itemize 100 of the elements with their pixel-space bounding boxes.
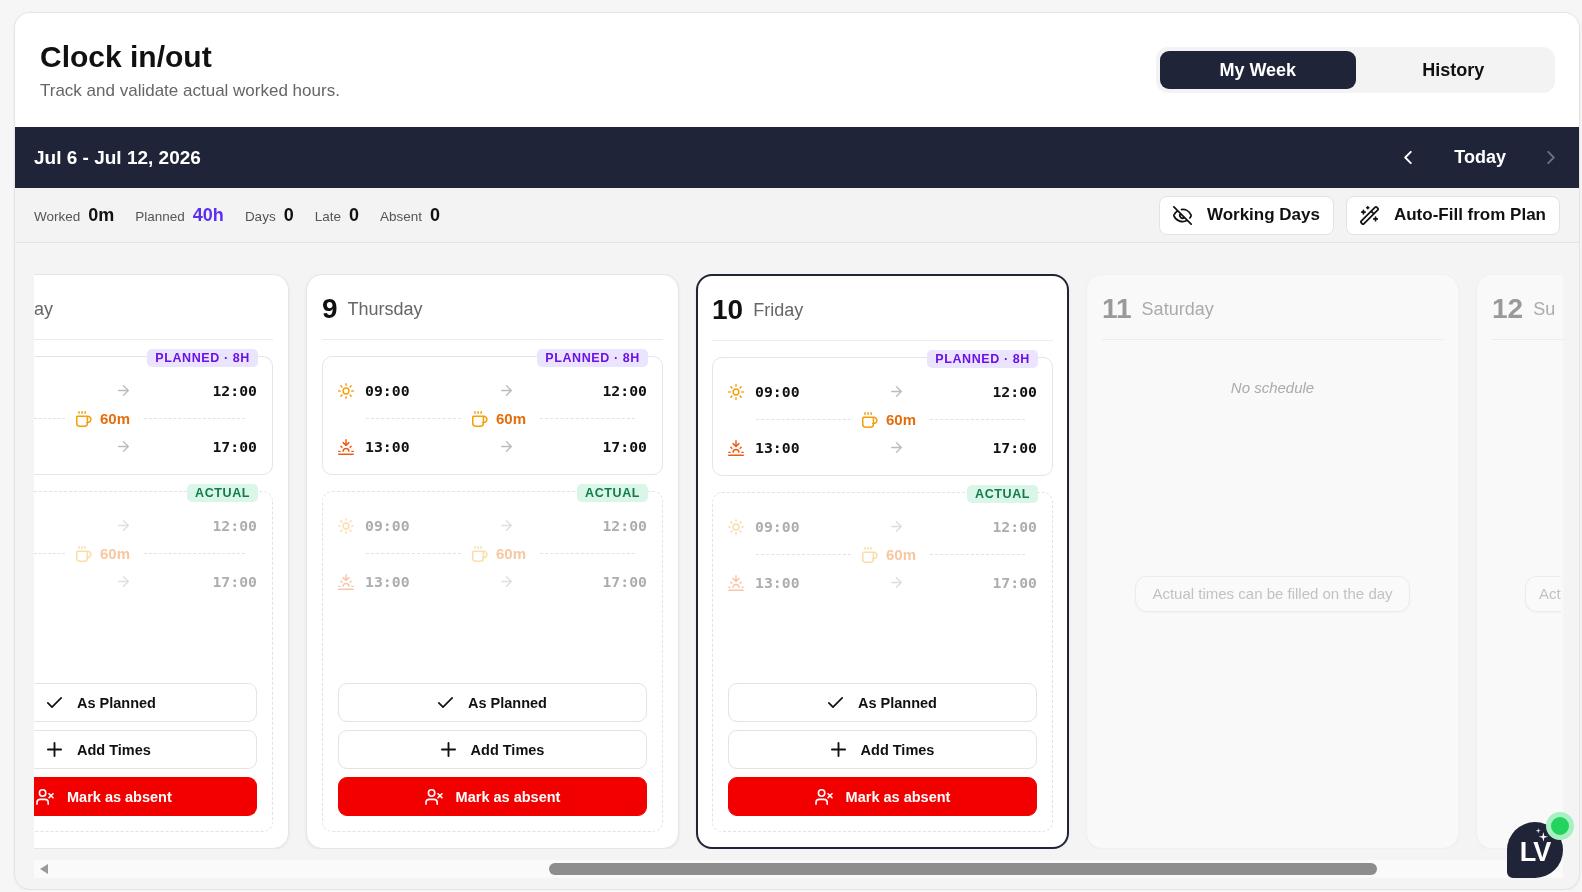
arrow-right-icon	[500, 576, 512, 587]
actual-badge: ACTUAL	[187, 484, 258, 502]
caret-left-icon[interactable]	[40, 864, 48, 874]
mark-absent-button[interactable]: Mark as absent	[728, 777, 1037, 816]
day-number: 11	[1102, 293, 1132, 325]
stat-value: 0	[283, 204, 294, 226]
no-schedule-note: No schedule	[1230, 378, 1315, 398]
start-time: 13:00	[755, 439, 800, 456]
view-tab[interactable]: History	[1355, 51, 1551, 89]
coffee-cup-icon	[76, 410, 92, 427]
arrow-right-icon	[890, 442, 902, 453]
start-time: 13:00	[365, 438, 410, 455]
end-time: 17:00	[992, 439, 1037, 456]
day-number: 12	[1492, 293, 1524, 325]
check-icon	[828, 695, 843, 710]
magic-wand-icon	[1359, 205, 1379, 225]
stat-label: Planned	[135, 208, 185, 224]
day-card[interactable]: 9 Thursday 09:00 12:00 60m 13:00 17:00 PLANNED · 8H 09:00 12:00 60m 13:00 17:00 As Planned Add Times Mark as absent ACTUAL	[306, 274, 679, 849]
arrow-right-icon	[890, 577, 902, 588]
day-name: Thursday	[347, 298, 423, 320]
stat-label: Late	[314, 208, 341, 224]
end-time: 12:00	[992, 383, 1037, 400]
arrow-right-icon	[890, 386, 902, 397]
stat-value: 0	[348, 204, 359, 226]
end-time: 12:00	[602, 382, 647, 399]
end-time: 12:00	[992, 518, 1037, 535]
actual-times-hint: Actual times can be filled on the day	[1135, 576, 1410, 612]
page-title: Clock in/out	[40, 39, 213, 75]
eye-slash-icon	[1172, 205, 1192, 225]
scrollbar-thumb[interactable]	[549, 863, 1377, 875]
user-x-icon	[424, 788, 443, 805]
day-name: Su	[1533, 298, 1556, 320]
end-time: 17:00	[212, 438, 257, 455]
arrow-right-icon	[117, 441, 129, 452]
stat-label: Days	[244, 208, 276, 224]
sunset-icon	[728, 439, 744, 456]
actual-times-hint: Act	[1525, 576, 1561, 612]
end-time: 17:00	[602, 438, 647, 455]
add-times-button[interactable]: Add Times	[728, 730, 1037, 769]
arrow-right-icon	[500, 385, 512, 396]
chevron-right-icon	[1547, 151, 1555, 164]
horizontal-scrollbar[interactable]	[34, 860, 1563, 878]
break-duration: 60m	[496, 410, 526, 427]
sun-icon	[728, 383, 744, 400]
coffee-cup-icon	[862, 411, 878, 428]
arrow-right-icon	[500, 520, 512, 531]
coffee-cup-icon	[472, 410, 488, 427]
check-icon	[47, 695, 62, 710]
working-days-button[interactable]: Working Days	[1158, 195, 1334, 235]
break-duration: 60m	[886, 546, 916, 563]
as-planned-button[interactable]: As Planned	[338, 683, 647, 722]
arrow-right-icon	[500, 441, 512, 452]
chevron-left-icon	[1404, 151, 1413, 164]
plus-icon	[440, 742, 456, 757]
end-time: 12:00	[602, 517, 647, 534]
start-time: 09:00	[755, 518, 800, 535]
arrow-right-icon	[890, 521, 902, 532]
break-duration: 60m	[496, 545, 526, 562]
sunset-icon	[728, 574, 744, 591]
as-planned-button[interactable]: As Planned	[34, 683, 257, 722]
actual-badge: ACTUAL	[577, 484, 648, 502]
arrow-right-icon	[117, 520, 129, 531]
sparkle-icon	[1535, 828, 1549, 843]
break-duration: 60m	[886, 411, 916, 428]
break-duration: 60m	[100, 545, 131, 562]
sun-icon	[728, 518, 744, 535]
mark-absent-button[interactable]: Mark as absent	[338, 777, 647, 816]
stat-label: Worked	[34, 208, 81, 224]
stat-value: 0	[430, 204, 440, 226]
end-time: 12:00	[212, 382, 257, 399]
sun-icon	[338, 517, 354, 534]
view-tab[interactable]: My Week	[1160, 51, 1356, 89]
day-card[interactable]: ay 12:00 60m 17:00 PLANNED · 8H 12:00 60m 17:00 As Planned Add Times Mark as absent ACTUAL	[34, 274, 289, 849]
coffee-cup-icon	[862, 546, 878, 563]
coffee-cup-icon	[76, 545, 92, 562]
end-time: 17:00	[992, 574, 1037, 591]
page-subtitle: Track and validate actual worked hours.	[40, 80, 340, 102]
week-range: Jul 6 - Jul 12, 2026	[34, 146, 201, 169]
mark-absent-button[interactable]: Mark as absent	[34, 777, 257, 816]
stat-value: 40h	[192, 204, 224, 226]
add-times-button[interactable]: Add Times	[338, 730, 647, 769]
day-number: 10	[712, 294, 744, 326]
day-number: 9	[322, 293, 338, 325]
start-time: 13:00	[755, 574, 800, 591]
today-button[interactable]: Today	[1440, 143, 1520, 172]
add-times-button[interactable]: Add Times	[34, 730, 257, 769]
user-x-icon	[814, 788, 833, 805]
day-card[interactable]: 10 Friday 09:00 12:00 60m 13:00 17:00 PLANNED · 8H 09:00 12:00 60m 13:00 17:00 As Planned Add Times Mark as absent ACTUAL	[696, 274, 1069, 849]
as-planned-button[interactable]: As Planned	[728, 683, 1037, 722]
check-icon	[438, 695, 453, 710]
stat-label: Absent	[379, 208, 422, 224]
break-duration: 60m	[100, 410, 131, 427]
start-time: 09:00	[365, 517, 410, 534]
auto-fill-button[interactable]: Auto-Fill from Plan	[1345, 195, 1560, 235]
sun-icon	[338, 382, 354, 399]
actual-badge: ACTUAL	[967, 485, 1038, 503]
end-time: 12:00	[212, 517, 257, 534]
arrow-right-icon	[117, 576, 129, 587]
end-time: 17:00	[212, 573, 257, 590]
day-name: Friday	[753, 299, 804, 321]
